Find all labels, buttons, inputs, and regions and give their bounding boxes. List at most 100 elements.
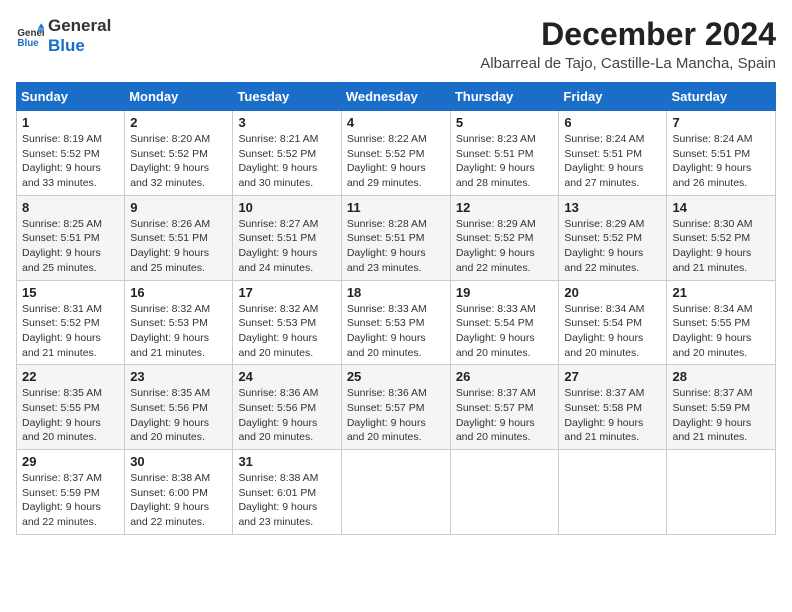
calendar-cell: 8 Sunrise: 8:25 AM Sunset: 5:51 PM Dayli… xyxy=(17,195,125,280)
calendar-cell: 1 Sunrise: 8:19 AM Sunset: 5:52 PM Dayli… xyxy=(17,111,125,196)
day-info: Sunrise: 8:25 AM Sunset: 5:51 PM Dayligh… xyxy=(22,217,119,276)
day-number: 9 xyxy=(130,200,227,215)
calendar-cell: 12 Sunrise: 8:29 AM Sunset: 5:52 PM Dayl… xyxy=(450,195,559,280)
title-block: December 2024 Albarreal de Tajo, Castill… xyxy=(480,16,776,72)
day-number: 18 xyxy=(347,285,445,300)
day-info: Sunrise: 8:35 AM Sunset: 5:55 PM Dayligh… xyxy=(22,386,119,445)
page-header: General Blue General Blue December 2024 … xyxy=(16,16,776,72)
logo-blue: Blue xyxy=(48,36,111,56)
day-info: Sunrise: 8:36 AM Sunset: 5:56 PM Dayligh… xyxy=(238,386,335,445)
calendar-cell: 6 Sunrise: 8:24 AM Sunset: 5:51 PM Dayli… xyxy=(559,111,667,196)
day-number: 6 xyxy=(564,115,661,130)
day-info: Sunrise: 8:34 AM Sunset: 5:54 PM Dayligh… xyxy=(564,302,661,361)
day-info: Sunrise: 8:27 AM Sunset: 5:51 PM Dayligh… xyxy=(238,217,335,276)
page-title: December 2024 xyxy=(480,16,776,53)
calendar-cell: 13 Sunrise: 8:29 AM Sunset: 5:52 PM Dayl… xyxy=(559,195,667,280)
calendar-cell: 5 Sunrise: 8:23 AM Sunset: 5:51 PM Dayli… xyxy=(450,111,559,196)
calendar-cell: 24 Sunrise: 8:36 AM Sunset: 5:56 PM Dayl… xyxy=(233,365,341,450)
calendar-cell: 31 Sunrise: 8:38 AM Sunset: 6:01 PM Dayl… xyxy=(233,450,341,535)
calendar-cell: 15 Sunrise: 8:31 AM Sunset: 5:52 PM Dayl… xyxy=(17,280,125,365)
day-number: 13 xyxy=(564,200,661,215)
calendar-week-row: 8 Sunrise: 8:25 AM Sunset: 5:51 PM Dayli… xyxy=(17,195,776,280)
day-number: 14 xyxy=(672,200,770,215)
svg-text:Blue: Blue xyxy=(17,38,39,49)
day-number: 25 xyxy=(347,369,445,384)
calendar-week-row: 29 Sunrise: 8:37 AM Sunset: 5:59 PM Dayl… xyxy=(17,450,776,535)
calendar-cell: 4 Sunrise: 8:22 AM Sunset: 5:52 PM Dayli… xyxy=(341,111,450,196)
calendar-cell: 30 Sunrise: 8:38 AM Sunset: 6:00 PM Dayl… xyxy=(125,450,233,535)
day-number: 31 xyxy=(238,454,335,469)
day-info: Sunrise: 8:37 AM Sunset: 5:57 PM Dayligh… xyxy=(456,386,554,445)
day-number: 29 xyxy=(22,454,119,469)
day-number: 10 xyxy=(238,200,335,215)
day-number: 20 xyxy=(564,285,661,300)
day-number: 21 xyxy=(672,285,770,300)
day-info: Sunrise: 8:37 AM Sunset: 5:59 PM Dayligh… xyxy=(672,386,770,445)
day-number: 24 xyxy=(238,369,335,384)
calendar-cell: 2 Sunrise: 8:20 AM Sunset: 5:52 PM Dayli… xyxy=(125,111,233,196)
calendar-cell xyxy=(450,450,559,535)
day-number: 7 xyxy=(672,115,770,130)
calendar-cell: 7 Sunrise: 8:24 AM Sunset: 5:51 PM Dayli… xyxy=(667,111,776,196)
logo-general: General xyxy=(48,16,111,36)
calendar-cell: 10 Sunrise: 8:27 AM Sunset: 5:51 PM Dayl… xyxy=(233,195,341,280)
day-info: Sunrise: 8:35 AM Sunset: 5:56 PM Dayligh… xyxy=(130,386,227,445)
day-info: Sunrise: 8:21 AM Sunset: 5:52 PM Dayligh… xyxy=(238,132,335,191)
calendar-cell xyxy=(341,450,450,535)
calendar-cell: 3 Sunrise: 8:21 AM Sunset: 5:52 PM Dayli… xyxy=(233,111,341,196)
calendar-cell: 25 Sunrise: 8:36 AM Sunset: 5:57 PM Dayl… xyxy=(341,365,450,450)
day-info: Sunrise: 8:36 AM Sunset: 5:57 PM Dayligh… xyxy=(347,386,445,445)
day-info: Sunrise: 8:20 AM Sunset: 5:52 PM Dayligh… xyxy=(130,132,227,191)
day-info: Sunrise: 8:29 AM Sunset: 5:52 PM Dayligh… xyxy=(564,217,661,276)
col-monday: Monday xyxy=(125,83,233,111)
calendar-cell: 11 Sunrise: 8:28 AM Sunset: 5:51 PM Dayl… xyxy=(341,195,450,280)
calendar-cell: 17 Sunrise: 8:32 AM Sunset: 5:53 PM Dayl… xyxy=(233,280,341,365)
day-info: Sunrise: 8:28 AM Sunset: 5:51 PM Dayligh… xyxy=(347,217,445,276)
day-info: Sunrise: 8:37 AM Sunset: 5:58 PM Dayligh… xyxy=(564,386,661,445)
day-info: Sunrise: 8:22 AM Sunset: 5:52 PM Dayligh… xyxy=(347,132,445,191)
col-thursday: Thursday xyxy=(450,83,559,111)
calendar-week-row: 22 Sunrise: 8:35 AM Sunset: 5:55 PM Dayl… xyxy=(17,365,776,450)
day-number: 2 xyxy=(130,115,227,130)
col-saturday: Saturday xyxy=(667,83,776,111)
day-info: Sunrise: 8:38 AM Sunset: 6:01 PM Dayligh… xyxy=(238,471,335,530)
day-number: 16 xyxy=(130,285,227,300)
day-info: Sunrise: 8:34 AM Sunset: 5:55 PM Dayligh… xyxy=(672,302,770,361)
day-number: 30 xyxy=(130,454,227,469)
col-wednesday: Wednesday xyxy=(341,83,450,111)
day-number: 11 xyxy=(347,200,445,215)
day-number: 28 xyxy=(672,369,770,384)
col-tuesday: Tuesday xyxy=(233,83,341,111)
day-info: Sunrise: 8:32 AM Sunset: 5:53 PM Dayligh… xyxy=(238,302,335,361)
day-number: 5 xyxy=(456,115,554,130)
calendar-cell: 28 Sunrise: 8:37 AM Sunset: 5:59 PM Dayl… xyxy=(667,365,776,450)
calendar-cell: 18 Sunrise: 8:33 AM Sunset: 5:53 PM Dayl… xyxy=(341,280,450,365)
calendar-cell: 27 Sunrise: 8:37 AM Sunset: 5:58 PM Dayl… xyxy=(559,365,667,450)
day-info: Sunrise: 8:26 AM Sunset: 5:51 PM Dayligh… xyxy=(130,217,227,276)
day-number: 8 xyxy=(22,200,119,215)
day-info: Sunrise: 8:24 AM Sunset: 5:51 PM Dayligh… xyxy=(564,132,661,191)
day-info: Sunrise: 8:33 AM Sunset: 5:53 PM Dayligh… xyxy=(347,302,445,361)
col-friday: Friday xyxy=(559,83,667,111)
calendar-cell: 19 Sunrise: 8:33 AM Sunset: 5:54 PM Dayl… xyxy=(450,280,559,365)
day-info: Sunrise: 8:24 AM Sunset: 5:51 PM Dayligh… xyxy=(672,132,770,191)
calendar-cell: 26 Sunrise: 8:37 AM Sunset: 5:57 PM Dayl… xyxy=(450,365,559,450)
day-number: 15 xyxy=(22,285,119,300)
day-info: Sunrise: 8:23 AM Sunset: 5:51 PM Dayligh… xyxy=(456,132,554,191)
col-sunday: Sunday xyxy=(17,83,125,111)
day-info: Sunrise: 8:30 AM Sunset: 5:52 PM Dayligh… xyxy=(672,217,770,276)
day-info: Sunrise: 8:38 AM Sunset: 6:00 PM Dayligh… xyxy=(130,471,227,530)
day-number: 22 xyxy=(22,369,119,384)
day-number: 23 xyxy=(130,369,227,384)
page-subtitle: Albarreal de Tajo, Castille-La Mancha, S… xyxy=(480,55,776,72)
calendar-cell: 29 Sunrise: 8:37 AM Sunset: 5:59 PM Dayl… xyxy=(17,450,125,535)
calendar-header-row: Sunday Monday Tuesday Wednesday Thursday… xyxy=(17,83,776,111)
calendar-cell: 22 Sunrise: 8:35 AM Sunset: 5:55 PM Dayl… xyxy=(17,365,125,450)
calendar-cell: 9 Sunrise: 8:26 AM Sunset: 5:51 PM Dayli… xyxy=(125,195,233,280)
day-number: 12 xyxy=(456,200,554,215)
day-info: Sunrise: 8:31 AM Sunset: 5:52 PM Dayligh… xyxy=(22,302,119,361)
logo-icon: General Blue xyxy=(16,22,44,50)
day-info: Sunrise: 8:32 AM Sunset: 5:53 PM Dayligh… xyxy=(130,302,227,361)
day-number: 17 xyxy=(238,285,335,300)
calendar-cell: 21 Sunrise: 8:34 AM Sunset: 5:55 PM Dayl… xyxy=(667,280,776,365)
